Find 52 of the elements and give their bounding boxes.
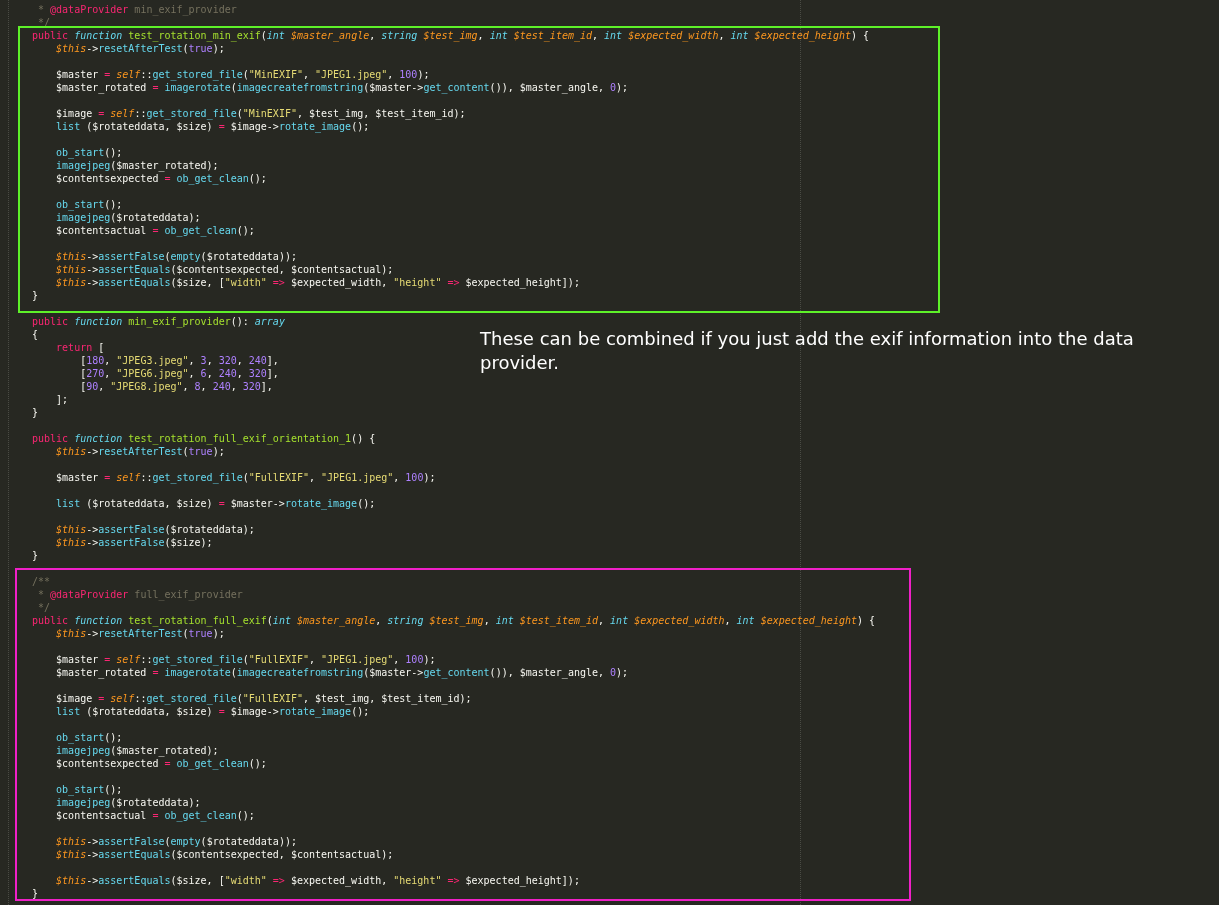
code-line: $master_rotated = imagerotate(imagecreatefromstring($master->get_content()), $master_angle, 0); — [56, 81, 629, 94]
code-line: $this->assertFalse(empty($rotateddata)); — [56, 250, 297, 263]
code-line: $this->assertFalse($rotateddata); — [56, 523, 255, 536]
code-line: list ($rotateddata, $size) = $image->rotate_image(); — [56, 120, 370, 133]
code-line: */ — [38, 601, 51, 614]
code-line: $contentsexpected = ob_get_clean(); — [56, 757, 267, 770]
code-line: $this->assertEquals($size, ["width" => $expected_width, "height" => $expected_height]); — [56, 874, 580, 887]
code-line: $image = self::get_stored_file("FullEXIF", $test_img, $test_item_id); — [56, 692, 472, 705]
code-line: $this->resetAfterTest(true); — [56, 42, 225, 55]
code-line: public function min_exif_provider(): array — [32, 315, 285, 328]
code-line: $master_rotated = imagerotate(imagecreatefromstring($master->get_content()), $master_angle, 0); — [56, 666, 629, 679]
code-line: } — [32, 549, 39, 562]
code-line: list ($rotateddata, $size) = $master->rotate_image(); — [56, 497, 376, 510]
code-line: } — [32, 406, 39, 419]
code-line: } — [32, 887, 39, 900]
code-line: $master = self::get_stored_file("FullEXIF", "JPEG1.jpeg", 100); — [56, 653, 436, 666]
code-line: imagejpeg($master_rotated); — [56, 159, 219, 172]
code-line: { — [32, 328, 39, 341]
code-line: public function test_rotation_full_exif(int $master_angle, string $test_img, int $test_item_id, int $expected_width, int $expected_height) { — [32, 614, 876, 627]
code-line: $this->assertEquals($contentsexpected, $contentsactual); — [56, 848, 394, 861]
code-line: $master = self::get_stored_file("MinEXIF", "JPEG1.jpeg", 100); — [56, 68, 430, 81]
code-line: ob_start(); — [56, 146, 123, 159]
code-line: imagejpeg($rotateddata); — [56, 211, 201, 224]
code-line: $image = self::get_stored_file("MinEXIF", $test_img, $test_item_id); — [56, 107, 466, 120]
code-line: $this->assertEquals($contentsexpected, $contentsactual); — [56, 263, 394, 276]
code-line: list ($rotateddata, $size) = $image->rotate_image(); — [56, 705, 370, 718]
code-line: imagejpeg($master_rotated); — [56, 744, 219, 757]
code-line: ]; — [56, 393, 69, 406]
code-line: * @dataProvider full_exif_provider — [38, 588, 243, 601]
code-line: } — [32, 289, 39, 302]
code-line: [270, "JPEG6.jpeg", 6, 240, 320], — [80, 367, 279, 380]
code-line: * @dataProvider min_exif_provider — [38, 3, 237, 16]
code-line: $this->resetAfterTest(true); — [56, 627, 225, 640]
code-line: $contentsexpected = ob_get_clean(); — [56, 172, 267, 185]
code-line: $contentsactual = ob_get_clean(); — [56, 809, 255, 822]
code-line: $this->assertFalse(empty($rotateddata)); — [56, 835, 297, 848]
code-line: /** — [32, 575, 51, 588]
code-line: $this->resetAfterTest(true); — [56, 445, 225, 458]
code-line: imagejpeg($rotateddata); — [56, 796, 201, 809]
code-line: $contentsactual = ob_get_clean(); — [56, 224, 255, 237]
code-line: public function test_rotation_min_exif(int $master_angle, string $test_img, int $test_item_id, int $expected_width, int $expected_height) { — [32, 29, 869, 42]
code-line: ob_start(); — [56, 783, 123, 796]
code-line: $this->assertFalse($size); — [56, 536, 213, 549]
code-line: ob_start(); — [56, 731, 123, 744]
code-line: public function test_rotation_full_exif_orientation_1() { — [32, 432, 376, 445]
code-line: [180, "JPEG3.jpeg", 3, 320, 240], — [80, 354, 279, 367]
code-line: $this->assertEquals($size, ["width" => $expected_width, "height" => $expected_height]); — [56, 276, 580, 289]
code-line: [90, "JPEG8.jpeg", 8, 240, 320], — [80, 380, 273, 393]
code-line: return [ — [56, 341, 105, 354]
code-line: ob_start(); — [56, 198, 123, 211]
annotation-text: These can be combined if you just add the exif information into the data provider. — [480, 327, 1135, 375]
code-line: $master = self::get_stored_file("FullEXIF", "JPEG1.jpeg", 100); — [56, 471, 436, 484]
